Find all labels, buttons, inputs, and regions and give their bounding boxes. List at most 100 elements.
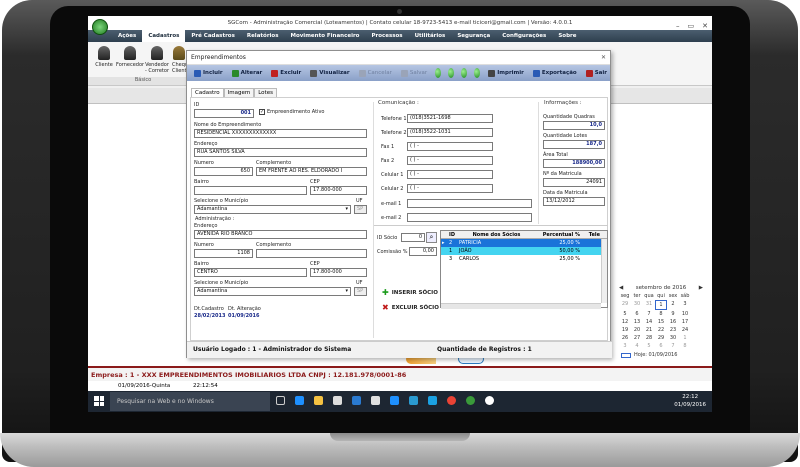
col-id-header[interactable]: ID [449,231,459,238]
calendar-day[interactable]: 12 [619,318,631,326]
calendar-day[interactable]: 5 [619,310,631,318]
taskbar-search-input[interactable]: Pesquisar na Web e no Windows [110,392,270,411]
windows-start-icon[interactable] [94,396,104,406]
calendar-day[interactable]: 3 [679,300,691,310]
email1-field[interactable] [407,199,532,208]
calendar-day[interactable]: 29 [619,300,631,310]
menu-cadastros[interactable]: Cadastros [142,30,186,42]
uf-field[interactable]: SP [354,205,367,214]
tab-imagem[interactable]: Imagem [223,88,255,97]
calendar-day[interactable]: 9 [667,310,679,318]
cep-field[interactable]: 17.800-000 [310,186,367,195]
complemento-field[interactable]: EM FRENTE AO RES. ELDORADO I [256,167,367,176]
ativo-checkbox[interactable]: ✓ Empreendimento Ativo [259,109,324,115]
skype-icon[interactable] [428,396,437,405]
data-matricula-field[interactable]: 13/12/2012 [543,197,605,206]
calendar-day[interactable]: 30 [631,300,643,310]
celular2-field[interactable]: ( ) - [407,184,493,193]
ribbon-fornecedor-button[interactable]: Fornecedor [116,46,144,68]
nav-next-icon[interactable] [461,68,468,78]
calendar-today[interactable]: Hoje: 01/09/2016 [621,352,707,358]
adm-endereco-field[interactable]: AVENIDA RIO BRANCO [194,230,367,239]
cancelar-button[interactable]: Cancelar [356,69,395,77]
nome-field[interactable]: RESIDENCIAL XXXXXXXXXXXXX [194,129,367,138]
calendar-day[interactable]: 7 [667,342,679,350]
app-icon[interactable] [390,396,399,405]
inserir-socio-button[interactable]: ✚ INSERIR SÓCIO [382,288,438,297]
exportacao-button[interactable]: Exportação [530,69,580,77]
calendar-day[interactable]: 27 [631,334,643,342]
file-explorer-icon[interactable] [314,396,323,405]
calendar-day[interactable]: 6 [655,342,667,350]
endereco-field[interactable]: RUA SANTOS SILVA [194,148,367,157]
calendar-day[interactable]: 4 [631,342,643,350]
nav-prev-icon[interactable] [448,68,455,78]
sair-button[interactable]: Sair [583,69,610,77]
app-logo-icon[interactable] [92,19,108,35]
calendar-day[interactable]: 26 [619,334,631,342]
calendar-day[interactable]: 2 [667,300,679,310]
store-icon[interactable] [333,396,342,405]
calendar-day[interactable]: 15 [655,318,667,326]
incluir-button[interactable]: Incluir [191,69,226,77]
matricula-field[interactable]: 24091 [543,178,605,187]
col-telefone-header[interactable]: Tele [580,231,600,238]
calendar-day[interactable]: 20 [631,326,643,334]
calendar-day[interactable]: 13 [631,318,643,326]
id-socio-field[interactable]: 0 [401,233,425,242]
calendar-day[interactable]: 22 [655,326,667,334]
salvar-button[interactable]: Salvar [398,69,430,77]
vertical-scrollbar[interactable] [601,239,607,303]
ribbon-cheque-button[interactable]: Cheque Client [172,46,186,74]
calendar-day[interactable]: 23 [667,326,679,334]
tab-cadastro[interactable]: Cadastro [191,88,224,97]
visualizar-button[interactable]: Visualizar [307,69,352,77]
task-view-icon[interactable] [276,396,285,405]
ribbon-cliente-button[interactable]: Cliente [92,46,116,68]
calendar-day[interactable]: 21 [643,326,655,334]
adm-uf-field[interactable]: SP [354,287,367,296]
menu-sobre[interactable]: Sobre [552,30,582,42]
adm-municipio-select[interactable]: Adamantina ▾ [194,287,351,296]
menu-processos[interactable]: Processos [365,30,408,42]
menu-utilitarios[interactable]: Utilitários [409,30,452,42]
calendar-day[interactable]: 5 [643,342,655,350]
search-icon[interactable]: ⌕ [426,232,437,243]
app-icon[interactable] [409,396,418,405]
horizontal-scrollbar[interactable] [441,303,601,309]
table-row[interactable]: 1 JOÃO 50,00 % [441,247,607,255]
sgcom-icon[interactable] [466,396,475,405]
telefone2-field[interactable]: (018)3522-1031 [407,128,493,137]
nav-first-icon[interactable] [435,68,442,78]
excluir-button[interactable]: Excluir [268,69,304,77]
menu-pre-cadastros[interactable]: Pré Cadastros [185,30,240,42]
menu-seguranca[interactable]: Segurança [451,30,496,42]
adm-cep-field[interactable]: 17.800-000 [310,268,367,277]
col-nome-header[interactable]: Nome dos Sócios [459,231,534,238]
comissao-field[interactable]: 0,00 [409,247,437,256]
calendar-day[interactable]: 7 [643,310,655,318]
fax2-field[interactable]: ( ) - [407,156,493,165]
celular1-field[interactable]: ( ) - [407,170,493,179]
calendar-day[interactable]: 10 [679,310,691,318]
id-field[interactable]: 001 [194,109,254,118]
calendar-day[interactable]: 1 [655,300,667,310]
calendar-day[interactable]: 31 [643,300,655,310]
calendar-day[interactable]: 17 [679,318,691,326]
app-icon[interactable] [485,396,494,405]
calendar-day[interactable]: 19 [619,326,631,334]
lotes-field[interactable]: 187,0 [543,140,605,149]
col-percentual-header[interactable]: Percentual % [534,231,580,238]
nav-last-icon[interactable] [474,68,481,78]
calendar-day[interactable]: 24 [679,326,691,334]
calendar-day[interactable]: 28 [643,334,655,342]
app-icon[interactable] [371,396,380,405]
window-close-icon[interactable]: ✕ [601,51,606,65]
menu-relatorios[interactable]: Relatórios [241,30,285,42]
calendar-day[interactable]: 29 [655,334,667,342]
excluir-socio-button[interactable]: ✖ EXCLUIR SÓCIO [382,303,439,312]
calendar-day[interactable]: 16 [667,318,679,326]
chrome-icon[interactable] [447,396,456,405]
app-icon[interactable] [352,396,361,405]
municipio-select[interactable]: Adamantina ▾ [194,205,351,214]
